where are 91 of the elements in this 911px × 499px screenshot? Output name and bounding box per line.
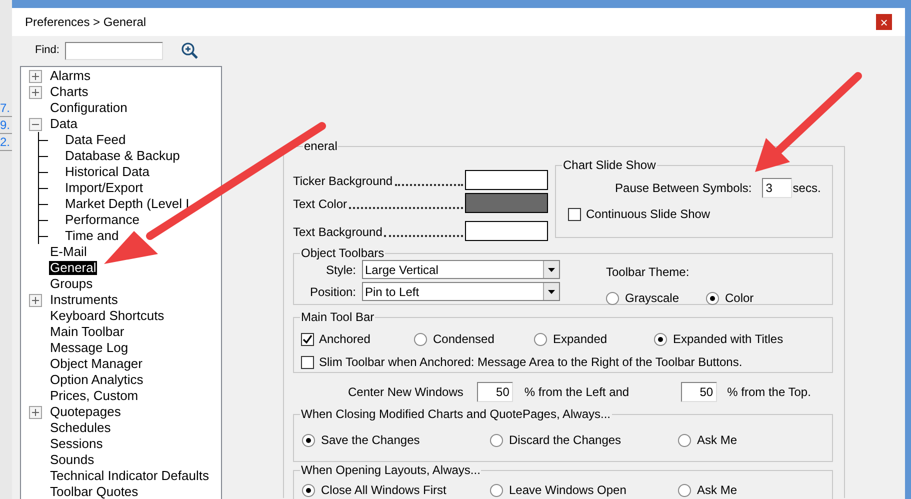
radio-label: Ask Me [697, 483, 738, 497]
radio-label: Close All Windows First [321, 483, 446, 497]
tree-item[interactable]: E-Mail [49, 245, 88, 259]
field-label: Center New Windows [348, 384, 464, 401]
field-label: % from the Left and [524, 384, 630, 401]
tree-item[interactable]: Database & Backup [64, 149, 181, 163]
find-field[interactable] [65, 42, 164, 60]
color-label: Text Color [293, 197, 348, 211]
tree-item[interactable]: Schedules [49, 421, 112, 435]
color-label: Text Background [293, 225, 382, 239]
field-label: Position: [308, 284, 357, 300]
radio-label: Grayscale [625, 290, 680, 307]
color-label: Ticker Background [293, 174, 393, 188]
group-title: eneral [303, 139, 338, 153]
number-field[interactable]: 50 [681, 382, 718, 402]
expand-icon[interactable] [29, 294, 42, 306]
unit-label: secs. [792, 180, 821, 197]
radio-button[interactable] [654, 332, 667, 346]
field-label: % from the Top. [727, 384, 811, 401]
radio-label: Ask Me [697, 433, 738, 447]
tree-item[interactable]: Object Manager [49, 357, 144, 371]
dropdown[interactable]: Large Vertical [362, 260, 560, 279]
color-swatch[interactable] [465, 170, 548, 190]
field-label: Toolbar Theme: [606, 264, 690, 281]
radio-button[interactable] [414, 332, 427, 346]
checkbox[interactable] [301, 356, 314, 368]
radio-label: Discard the Changes [509, 433, 622, 447]
checkbox[interactable] [568, 208, 582, 220]
tree-item[interactable]: Performance [64, 213, 140, 227]
tree-item[interactable]: Groups [49, 277, 94, 291]
tree-item[interactable]: Toolbar Quotes [49, 485, 140, 499]
radio-button[interactable] [302, 434, 315, 446]
number-field[interactable]: 3 [762, 178, 792, 198]
field-label: Pause Between Symbols: [615, 180, 752, 197]
tree-item[interactable]: Quotepages [49, 405, 122, 419]
tree-item[interactable]: Keyboard Shortcuts [49, 309, 166, 323]
find-label: Find: [35, 43, 60, 58]
zoom-in-icon[interactable] [181, 42, 200, 60]
tree-item[interactable]: Technical Indicator Defaults [49, 469, 210, 483]
tree-item[interactable]: Time and [64, 229, 120, 243]
tree-item[interactable]: Prices, Custom [49, 389, 140, 403]
window-title: Preferences > General [25, 14, 146, 31]
color-swatch[interactable] [465, 193, 548, 213]
number-field[interactable]: 50 [477, 382, 514, 402]
expand-icon[interactable] [29, 86, 42, 98]
expand-icon[interactable] [29, 406, 42, 418]
group-title: Object Toolbars [300, 246, 386, 260]
radio-button[interactable] [678, 484, 691, 496]
tree-item[interactable]: Alarms [49, 69, 92, 83]
group-title: When Opening Layouts, Always... [300, 463, 482, 477]
dropdown[interactable]: Pin to Left [362, 282, 560, 301]
radio-label: Color [725, 290, 754, 307]
radio-label: Expanded [553, 331, 608, 348]
tree-item[interactable]: Market Depth (Level I [64, 197, 190, 211]
collapse-icon[interactable] [29, 118, 42, 130]
radio-button[interactable] [606, 292, 619, 304]
expand-icon[interactable] [29, 70, 42, 82]
close-button[interactable]: × [876, 14, 892, 30]
tree-item[interactable]: Sessions [49, 437, 104, 451]
group-title: When Closing Modified Charts and QuotePages, Always... [300, 407, 612, 421]
radio-button[interactable] [534, 332, 547, 346]
radio-button[interactable] [490, 434, 503, 446]
group-title: Main Tool Bar [300, 310, 376, 324]
checkbox-label: Slim Toolbar when Anchored: Message Area to the Right of the Toolbar Buttons. [319, 354, 742, 371]
tree-item[interactable]: Instruments [49, 293, 119, 307]
color-swatch[interactable] [465, 221, 548, 241]
checkbox[interactable] [301, 332, 314, 346]
radio-button[interactable] [302, 484, 315, 496]
field-label: Style: [324, 262, 357, 278]
radio-button[interactable] [706, 292, 719, 304]
radio-label: Expanded with Titles [673, 331, 784, 348]
tree-item[interactable]: Message Log [49, 341, 130, 355]
radio-label: Save the Changes [321, 433, 420, 447]
checkbox-label: Anchored [319, 331, 370, 348]
tree-item[interactable]: Import/Export [64, 181, 144, 195]
radio-label: Leave Windows Open [509, 483, 626, 497]
leader-dots [394, 184, 464, 186]
tree-item[interactable]: Data Feed [64, 133, 127, 147]
tree-item[interactable]: General [49, 261, 98, 275]
checkbox-label: Continuous Slide Show [586, 206, 710, 223]
tree-item[interactable]: Charts [49, 85, 90, 99]
tree-item[interactable]: Data [49, 117, 78, 131]
tree-item[interactable]: Main Toolbar [49, 325, 126, 339]
tree-item[interactable]: Historical Data [64, 165, 151, 179]
radio-button[interactable] [678, 434, 691, 446]
tree-item[interactable]: Sounds [49, 453, 96, 467]
radio-label: Condensed [433, 331, 494, 348]
group-title: Chart Slide Show [562, 158, 657, 172]
radio-button[interactable] [490, 484, 503, 496]
tree-item[interactable]: Option Analytics [49, 373, 144, 387]
tree-item[interactable]: Configuration [49, 101, 128, 115]
